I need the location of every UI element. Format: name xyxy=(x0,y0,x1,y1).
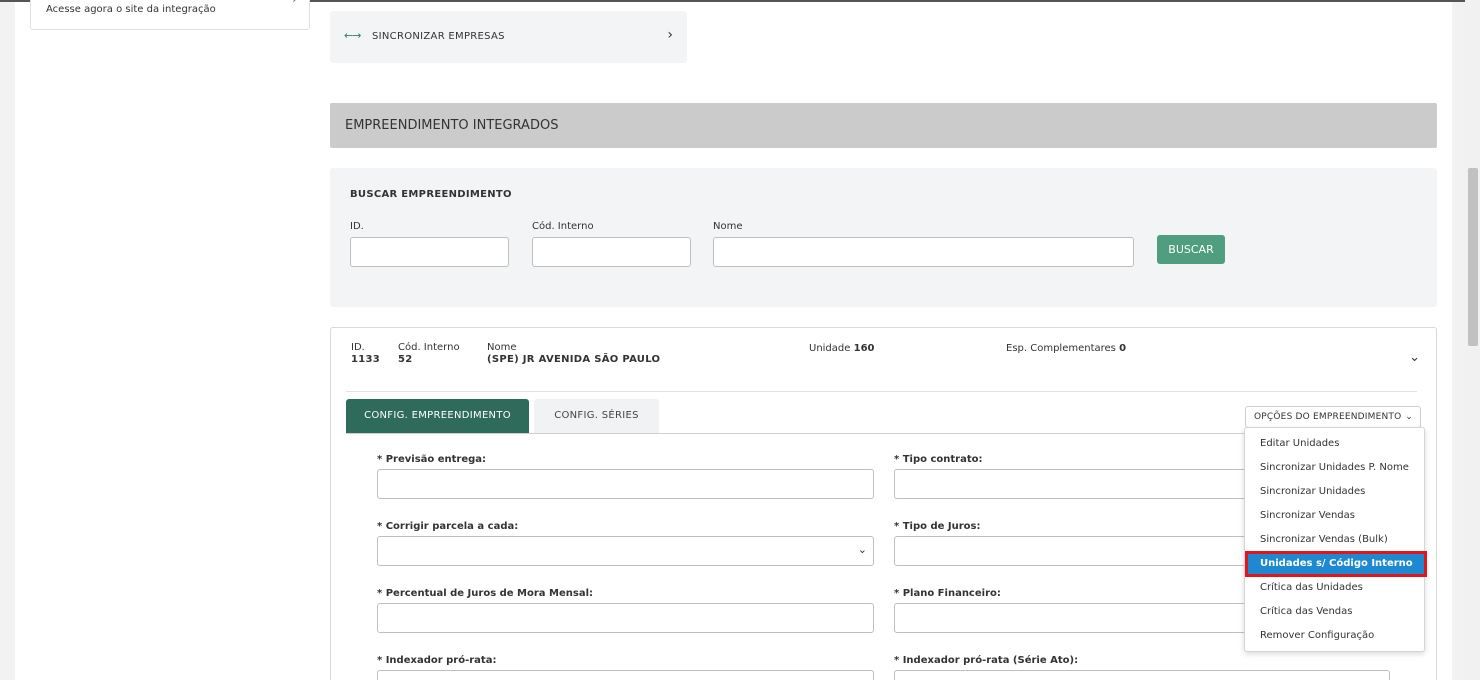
previsao-entrega-input[interactable] xyxy=(377,469,874,499)
result-esp: Esp. Complementares 0 xyxy=(1006,343,1126,354)
sync-arrows-icon: ←→ xyxy=(344,29,361,42)
result-unit: Unidade 160 xyxy=(809,343,874,354)
search-button[interactable]: BUSCAR xyxy=(1157,235,1225,264)
menu-item-sincronizar-unidades-p-nome[interactable]: Sincronizar Unidades P. Nome xyxy=(1245,458,1424,478)
menu-item-critica-vendas[interactable]: Crítica das Vendas xyxy=(1245,602,1424,622)
search-code-input[interactable] xyxy=(532,237,691,267)
menu-item-critica-unidades[interactable]: Crítica das Unidades xyxy=(1245,578,1424,598)
options-dropdown-menu: Editar Unidades Sincronizar Unidades P. … xyxy=(1244,427,1427,652)
page-scrollbar[interactable] xyxy=(1465,0,1480,680)
menu-item-remover-configuracao[interactable]: Remover Configuração xyxy=(1245,626,1424,646)
divider xyxy=(346,391,1417,392)
tab-config-empreendimento[interactable]: CONFIG. EMPREENDIMENTO xyxy=(346,399,529,433)
main-page: Acesse agora o site da integração › ←→ S… xyxy=(15,0,1452,680)
chevron-down-icon: ⌄ xyxy=(1405,412,1413,422)
indexador-pro-rata-input[interactable] xyxy=(377,670,874,680)
options-dropdown-label: OPÇÕES DO EMPREENDIMENTO xyxy=(1254,412,1402,422)
search-code-label: Cód. Interno xyxy=(532,221,594,232)
menu-item-sincronizar-vendas-bulk[interactable]: Sincronizar Vendas (Bulk) xyxy=(1245,530,1424,550)
menu-item-editar-unidades[interactable]: Editar Unidades xyxy=(1245,434,1424,454)
field-label: * Corrigir parcela a cada: xyxy=(377,521,519,532)
field-label: * Tipo contrato: xyxy=(894,454,983,465)
juros-mora-input[interactable] xyxy=(377,603,874,633)
result-name-label: Nome xyxy=(487,342,517,353)
chevron-down-icon[interactable]: ⌄ xyxy=(1409,350,1420,365)
search-id-label: ID. xyxy=(350,221,364,232)
corrigir-parcela-select[interactable]: ⌄ xyxy=(377,536,874,566)
menu-item-sincronizar-unidades[interactable]: Sincronizar Unidades xyxy=(1245,482,1424,502)
search-panel: BUSCAR EMPREENDIMENTO ID. Cód. Interno N… xyxy=(330,168,1437,307)
search-name-label: Nome xyxy=(713,221,743,232)
menu-item-sincronizar-vendas[interactable]: Sincronizar Vendas xyxy=(1245,506,1424,526)
chevron-right-icon: › xyxy=(667,27,673,43)
section-header: EMPREENDIMENTO INTEGRADOS xyxy=(330,103,1437,148)
field-label: * Plano Financeiro: xyxy=(894,588,1001,599)
indexador-pro-rata-ato-input[interactable] xyxy=(894,670,1390,680)
chevron-down-icon: ⌄ xyxy=(857,543,867,556)
integration-link-card[interactable]: Acesse agora o site da integração › xyxy=(30,0,310,30)
result-name-value: (SPE) JR AVENIDA SÃO PAULO xyxy=(487,354,661,365)
options-dropdown-button[interactable]: OPÇÕES DO EMPREENDIMENTO ⌄ xyxy=(1245,406,1421,428)
field-label: * Tipo de Juros: xyxy=(894,521,981,532)
integration-link-text: Acesse agora o site da integração xyxy=(46,4,216,15)
search-id-input[interactable] xyxy=(350,237,509,267)
result-esp-label: Esp. Complementares xyxy=(1006,343,1116,354)
tab-config-series[interactable]: CONFIG. SÉRIES xyxy=(534,399,659,433)
search-name-input[interactable] xyxy=(713,237,1134,267)
search-title: BUSCAR EMPREENDIMENTO xyxy=(350,189,512,200)
result-unit-label: Unidade xyxy=(809,343,851,354)
sync-companies-label: SINCRONIZAR EMPRESAS xyxy=(372,31,505,42)
field-label: * Indexador pró-rata (Série Ato): xyxy=(894,655,1079,666)
chevron-right-icon: › xyxy=(292,0,297,6)
scrollbar-thumb[interactable] xyxy=(1468,168,1478,346)
field-label: * Previsão entrega: xyxy=(377,454,487,465)
field-label: * Percentual de Juros de Mora Mensal: xyxy=(377,588,594,599)
result-code-value: 52 xyxy=(398,354,413,365)
result-code-label: Cód. Interno xyxy=(398,342,460,353)
sync-companies-button[interactable]: ←→ SINCRONIZAR EMPRESAS › xyxy=(330,11,687,63)
menu-item-unidades-sem-codigo[interactable]: Unidades s/ Código Interno xyxy=(1245,551,1427,577)
result-unit-value: 160 xyxy=(853,343,875,354)
section-title: EMPREENDIMENTO INTEGRADOS xyxy=(345,118,559,133)
field-label: * Indexador pró-rata: xyxy=(377,655,497,666)
result-id-label: ID. xyxy=(351,342,365,353)
result-id-value: 1133 xyxy=(351,354,381,365)
result-esp-value: 0 xyxy=(1119,343,1127,354)
